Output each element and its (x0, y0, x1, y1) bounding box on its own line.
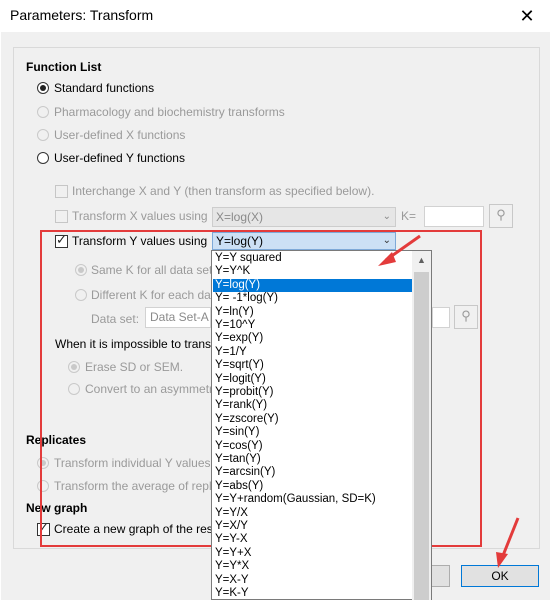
annotation-arrow-icon (496, 517, 520, 568)
transform-y-select[interactable]: Y=log(Y) ⌄ (212, 232, 396, 250)
dropdown-option[interactable]: Y=exp(Y) (213, 332, 412, 345)
window-title: Parameters: Transform (10, 7, 154, 23)
radio-erase-sd (68, 361, 80, 373)
user-defined-x-label: User-defined X functions (54, 128, 186, 142)
radio-dot (71, 364, 77, 370)
transform-individual-label: Transform individual Y values (54, 456, 211, 470)
dropdown-option[interactable]: Y=ln(Y) (213, 306, 412, 319)
transform-y-checkbox[interactable]: ✓ (55, 232, 68, 248)
title-bar: Parameters: Transform ✕ (0, 0, 551, 32)
hook-icon: ⚲ (489, 204, 513, 228)
checkmark-icon: ✓ (56, 232, 67, 247)
annotation-arrow-icon (378, 234, 421, 266)
dropdown-option[interactable]: Y=cos(Y) (213, 440, 412, 453)
radio-dot (78, 267, 84, 273)
transform-x-label: Transform X values using (72, 209, 208, 223)
radio-same-k (75, 264, 87, 276)
dropdown-option[interactable]: Y=logit(Y) (213, 373, 412, 386)
radio-dot (40, 85, 46, 91)
transform-x-value: X=log(X) (216, 210, 264, 224)
k-field (424, 206, 484, 227)
partial-button[interactable] (430, 565, 450, 587)
create-graph-label[interactable]: Create a new graph of the result (54, 522, 225, 536)
dropdown-option[interactable]: Y=rank(Y) (213, 399, 412, 412)
dataset-label: Data set: (91, 312, 140, 326)
erase-sd-label: Erase SD or SEM. (85, 360, 184, 374)
dropdown-option[interactable]: Y=Y/X (213, 507, 412, 520)
radio-dot (40, 460, 46, 466)
interchange-label: Interchange X and Y (then transform as s… (72, 184, 375, 198)
dropdown-option[interactable]: Y=Y+random(Gaussian, SD=K) (213, 493, 412, 506)
create-graph-checkbox[interactable]: ✓ (37, 520, 50, 536)
standard-functions-label[interactable]: Standard functions (54, 81, 154, 95)
dataset-k-field (432, 307, 450, 328)
radio-standard-functions[interactable] (37, 82, 49, 94)
transform-y-dropdown-list[interactable]: Y=Y squared Y=Y^K Y=log(Y) Y= -1*log(Y) Y=ln… (211, 250, 432, 600)
pharmacology-label: Pharmacology and biochemistry transforms (54, 105, 285, 119)
transform-x-checkbox (55, 210, 68, 223)
different-k-label: Different K for each data (91, 288, 221, 302)
convert-asymmetric-label: Convert to an asymmetric (85, 382, 222, 396)
transform-average-label: Transform the average of replica (54, 479, 227, 493)
radio-different-k (75, 289, 87, 301)
hook-icon: ⚲ (454, 305, 478, 329)
radio-transform-average (37, 480, 49, 492)
radio-convert-asymmetric (68, 383, 80, 395)
dataset-select: Data Set-A (145, 307, 211, 328)
dropdown-option[interactable]: Y=zscore(Y) (213, 413, 412, 426)
dropdown-option[interactable]: Y=probit(Y) (213, 386, 412, 399)
new-graph-heading: New graph (26, 501, 88, 515)
dropdown-option[interactable]: Y=1/Y (213, 346, 412, 359)
interchange-checkbox (55, 185, 68, 198)
same-k-label: Same K for all data sets. (91, 263, 222, 277)
transform-y-label[interactable]: Transform Y values using (72, 234, 207, 248)
radio-user-defined-y[interactable] (37, 152, 49, 164)
dropdown-option[interactable]: Y=sqrt(Y) (213, 359, 412, 372)
dropdown-option[interactable]: Y=Y+X (213, 547, 412, 560)
dropdown-option[interactable]: Y=arcsin(Y) (213, 466, 412, 479)
scrollbar-thumb[interactable] (414, 272, 429, 600)
radio-user-defined-x (37, 129, 49, 141)
dropdown-option[interactable]: Y= -1*log(Y) (213, 292, 412, 305)
dropdown-option[interactable]: Y=X/Y (213, 520, 412, 533)
transform-y-value: Y=log(Y) (216, 234, 264, 248)
dropdown-option[interactable]: Y=10^Y (213, 319, 412, 332)
function-list-heading: Function List (26, 60, 102, 74)
close-icon[interactable]: ✕ (515, 4, 539, 28)
dropdown-option[interactable]: Y=X-Y (213, 574, 412, 587)
radio-transform-individual (37, 457, 49, 469)
dropdown-option[interactable]: Y=Y-X (213, 533, 412, 546)
replicates-heading: Replicates (26, 433, 87, 447)
impossible-text: When it is impossible to transfo (55, 337, 222, 351)
radio-pharmacology (37, 106, 49, 118)
k-label: K= (401, 209, 417, 223)
user-defined-y-label[interactable]: User-defined Y functions (54, 151, 185, 165)
dropdown-option[interactable]: Y=Y*X (213, 560, 412, 573)
dropdown-option[interactable]: Y=tan(Y) (213, 453, 412, 466)
dropdown-option[interactable]: Y=K-Y (213, 587, 412, 599)
checkmark-icon: ✓ (38, 520, 49, 535)
chevron-down-icon: ⌄ (382, 211, 391, 222)
transform-x-select: X=log(X) ⌄ (212, 207, 396, 227)
dropdown-option[interactable]: Y=abs(Y) (213, 480, 412, 493)
dropdown-option[interactable]: Y=sin(Y) (213, 426, 412, 439)
dropdown-option[interactable]: Y=log(Y) (213, 278, 412, 293)
